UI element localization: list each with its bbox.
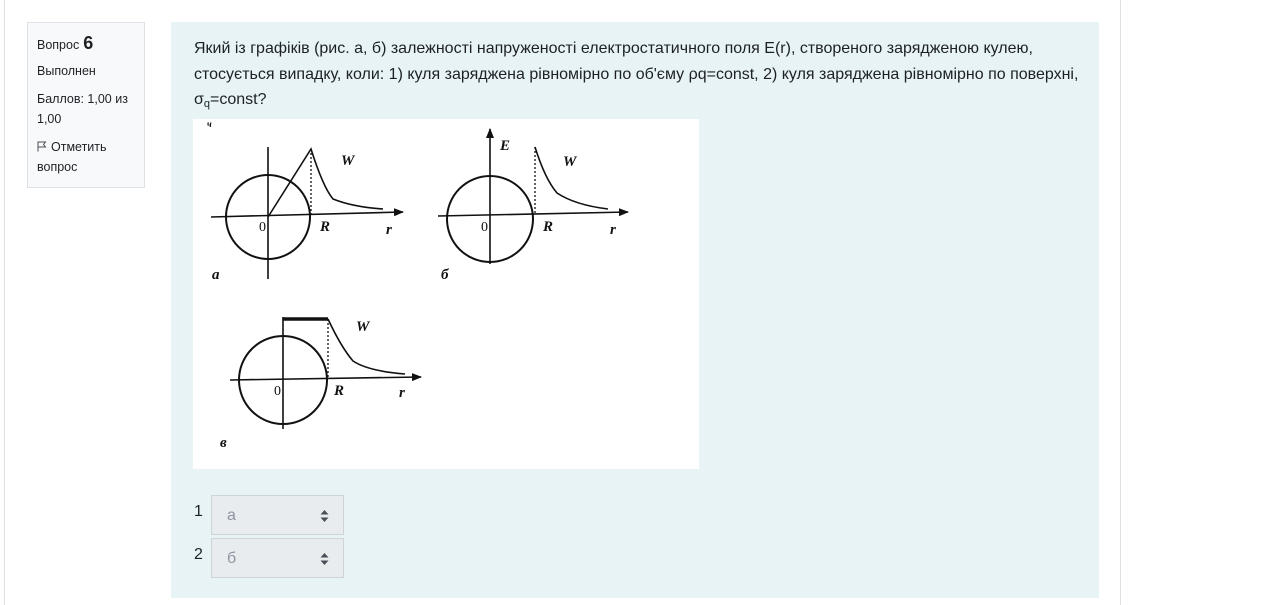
question-figure: ч W 0 R r а E W 0 R r б W 0 R r в — [193, 119, 699, 469]
panel-a-zero: 0 — [259, 220, 266, 235]
panel-v-zero: 0 — [274, 384, 281, 399]
question-state: Выполнен — [37, 64, 96, 78]
panel-v-axis-r: r — [399, 385, 405, 401]
flag-question-label: Отметить вопрос — [37, 140, 107, 174]
answer-number-1: 1 — [194, 503, 203, 520]
panel-b-r-label: R — [542, 219, 553, 235]
answer-select-1-value: а — [227, 507, 236, 524]
question-number: Вопрос 6 — [37, 33, 135, 55]
answer-select-1[interactable]: а — [211, 495, 344, 535]
question-number-value: 6 — [83, 33, 94, 53]
flag-question-link[interactable]: Отметить вопрос — [37, 137, 135, 177]
panel-b-zero: 0 — [481, 220, 488, 235]
panel-a-axis-r: r — [386, 222, 392, 238]
question-grade: Баллов: 1,00 из 1,00 — [37, 92, 128, 126]
panel-b-w-label: W — [563, 154, 578, 170]
answer-select-2[interactable]: б — [211, 538, 344, 578]
panel-v-caption: в — [220, 435, 227, 451]
question-number-label: Вопрос — [37, 38, 80, 52]
panel-v-r-label: R — [333, 383, 344, 399]
answer-select-2-value: б — [227, 550, 237, 567]
panel-a-w-label: W — [341, 153, 356, 169]
select-arrows-icon — [320, 553, 329, 565]
question-text-end: =const? — [210, 91, 267, 108]
flag-icon — [37, 141, 47, 152]
panel-b-caption: б — [441, 267, 449, 283]
graph-panel-b — [437, 128, 629, 264]
question-info-panel: Вопрос 6 Выполнен Баллов: 1,00 из 1,00 От… — [27, 22, 145, 188]
panel-v-w-label: W — [356, 319, 371, 335]
panel-a-caption: а — [212, 267, 220, 283]
question-text: Який із графіків (рис. а, б) залежності … — [194, 36, 1084, 113]
panel-a-r-label: R — [319, 219, 330, 235]
graph-panel-a — [210, 147, 404, 279]
panel-a-corner-mark: ч — [207, 119, 212, 129]
select-arrows-icon — [320, 510, 329, 522]
panel-b-axis-r: r — [610, 222, 616, 238]
graph-panel-v — [229, 317, 422, 429]
question-text-main: Який із графіків (рис. а, б) залежності … — [194, 40, 1079, 108]
field-graphs-image: ч W 0 R r а E W 0 R r б W 0 R r в — [207, 119, 629, 451]
question-content: Який із графіків (рис. а, б) залежності … — [171, 22, 1099, 598]
panel-b-e-label: E — [499, 138, 510, 154]
answer-number-2: 2 — [194, 546, 203, 563]
